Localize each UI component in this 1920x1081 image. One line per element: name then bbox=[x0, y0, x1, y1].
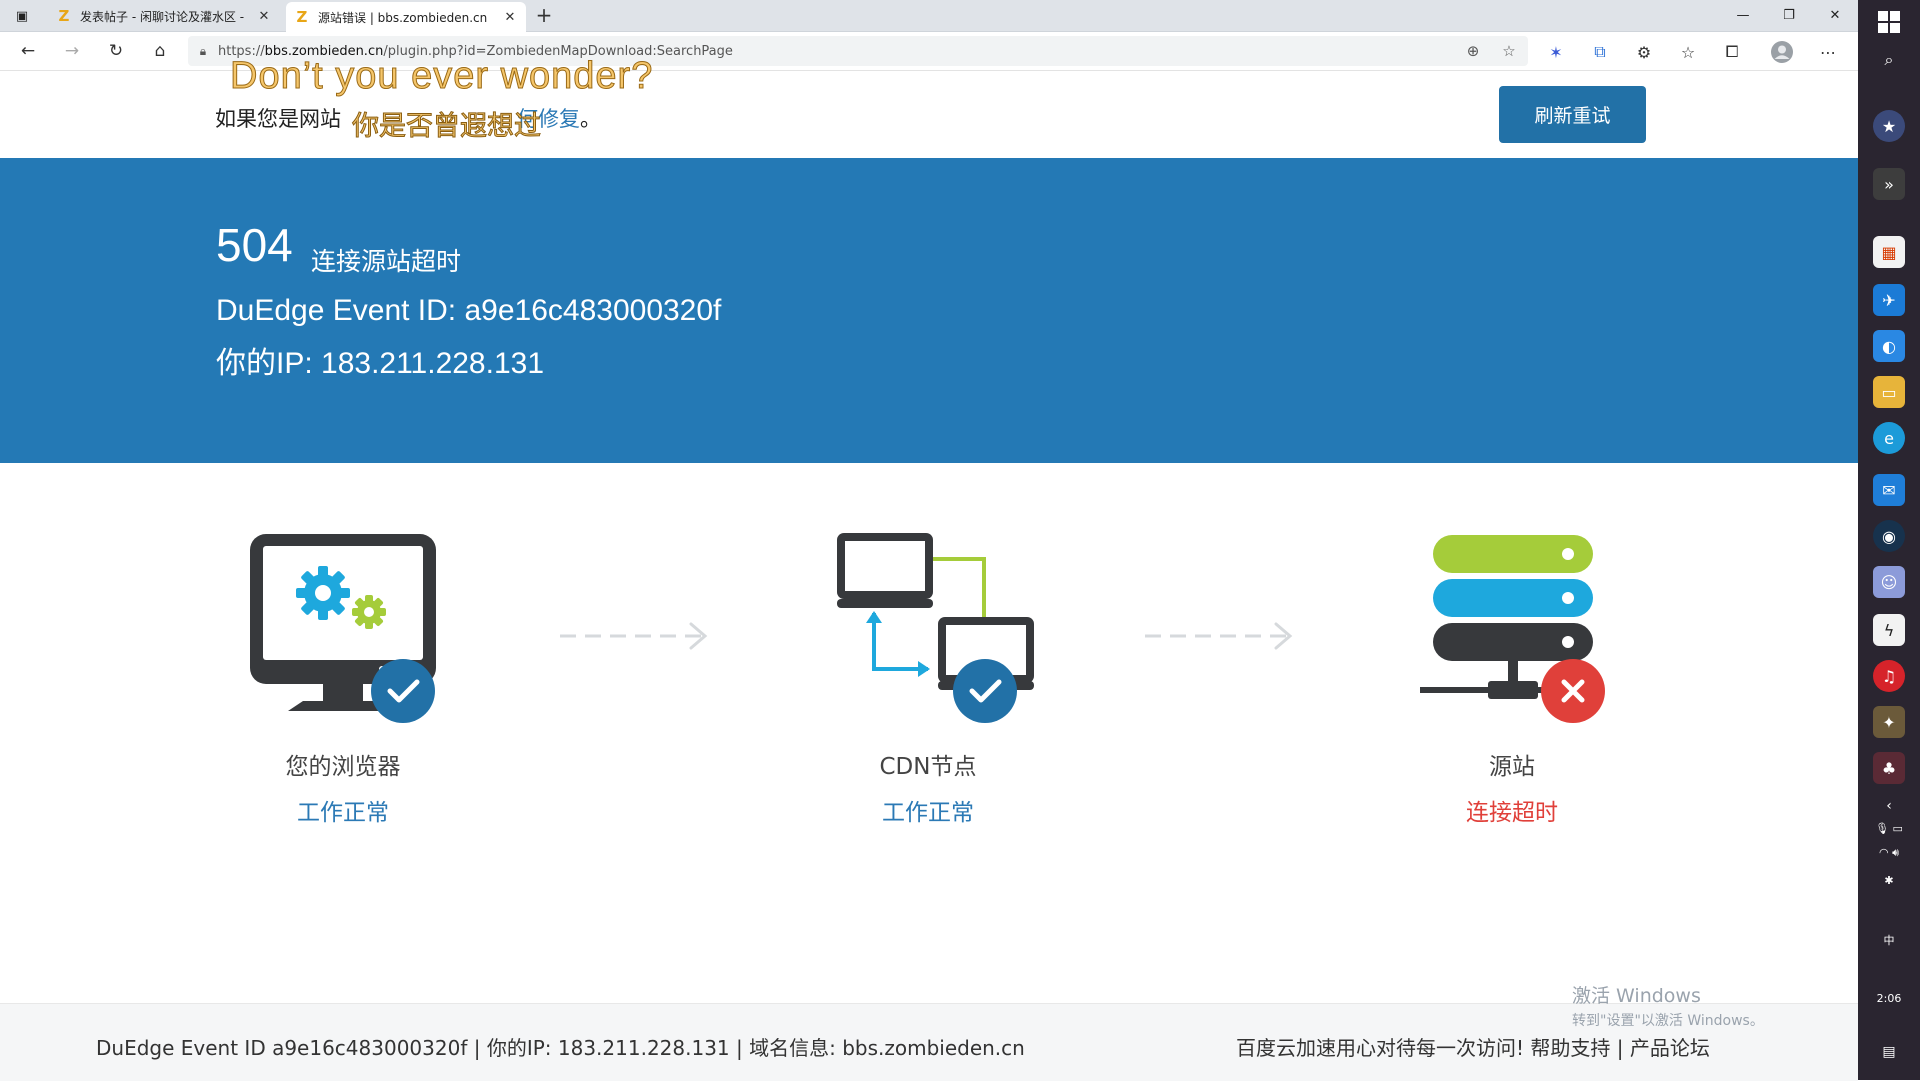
browser-computer-icon bbox=[193, 521, 493, 741]
footer-separator: | bbox=[1616, 1036, 1624, 1060]
anime-app-icon[interactable]: ☺ bbox=[1873, 566, 1905, 598]
zombieden-favicon-icon: Z bbox=[58, 7, 70, 25]
new-tab-icon[interactable]: + bbox=[532, 4, 556, 28]
restore-icon[interactable]: ❐ bbox=[1766, 0, 1812, 31]
windows-taskbar: ⌕ ★ » ▦ ✈ ◐ ▭ e ✉ ◉ ☺ ϟ ♫ ✦ ♣ ‹ 🎙︎ ▭ ◠ 🔊… bbox=[1858, 0, 1920, 1080]
task-view-icon[interactable]: » bbox=[1873, 168, 1905, 200]
mail-icon[interactable]: ✉ bbox=[1873, 474, 1905, 506]
tab-title: 发表帖子 - 闲聊讨论及灌水区 - bbox=[80, 9, 245, 24]
cdn-network-icon bbox=[778, 521, 1078, 741]
video-subtitle-zh: 你是否曾遐想过 bbox=[352, 111, 542, 143]
home-icon[interactable]: ⌂ bbox=[148, 39, 172, 63]
tab-origin-error[interactable]: Z 源站错误 | bbs.zombieden.cn ✕ bbox=[286, 2, 526, 32]
footer-links: 百度云加速用心对待每一次访问! 帮助支持 | 产品论坛 bbox=[1236, 1032, 1710, 1061]
chat-icon[interactable]: ◐ bbox=[1873, 330, 1905, 362]
game-emblem-icon[interactable]: ★ bbox=[1873, 110, 1905, 142]
origin-node: 源站 连接超时 bbox=[1362, 521, 1662, 827]
extensions-icon[interactable]: ⚙ bbox=[1632, 40, 1656, 64]
node-status: 工作正常 bbox=[297, 800, 389, 826]
notice-text: 如果您是网站 bbox=[215, 107, 341, 131]
windows-activation-watermark: 激活 Windows 转到"设置"以激活 Windows。 bbox=[1572, 981, 1764, 1030]
flow-arrow-icon bbox=[558, 616, 713, 660]
more-menu-icon[interactable]: ⋯ bbox=[1816, 40, 1840, 64]
cdn-node: CDN节点 工作正常 bbox=[778, 521, 1078, 827]
close-tab-icon[interactable]: ✕ bbox=[256, 9, 272, 24]
clock[interactable]: 2:06 bbox=[1858, 992, 1920, 1005]
notice-punct: 。 bbox=[580, 107, 601, 131]
profile-avatar-icon[interactable] bbox=[1770, 40, 1794, 64]
node-status: 连接超时 bbox=[1466, 800, 1558, 826]
node-status: 工作正常 bbox=[882, 800, 974, 826]
browser-node: 您的浏览器 工作正常 bbox=[193, 521, 493, 827]
footer-slogan: 百度云加速用心对待每一次访问! bbox=[1236, 1036, 1525, 1060]
node-label: CDN节点 bbox=[879, 754, 977, 780]
close-window-icon[interactable]: ✕ bbox=[1812, 0, 1858, 31]
minimize-icon[interactable]: — bbox=[1720, 0, 1766, 31]
tab-strip: ▣ Z 发表帖子 - 闲聊讨论及灌水区 - ✕ Z 源站错误 | bbs.zom… bbox=[0, 0, 1858, 32]
video-subtitle-en: Don’t you ever wonder? bbox=[229, 55, 654, 98]
file-explorer-icon[interactable]: ▭ bbox=[1873, 376, 1905, 408]
watermark-subtitle: 转到"设置"以激活 Windows。 bbox=[1572, 1013, 1764, 1029]
error-code: 504 bbox=[216, 219, 293, 271]
close-tab-icon[interactable]: ✕ bbox=[502, 10, 518, 25]
client-ip: 你的IP: 183.211.228.131 bbox=[216, 347, 545, 380]
window-controls: — ❐ ✕ bbox=[1720, 0, 1858, 31]
wifi-volume-icon[interactable]: ◠ 🔊︎ bbox=[1858, 846, 1920, 860]
store-icon[interactable]: ▦ bbox=[1873, 236, 1905, 268]
tab-post-thread[interactable]: Z 发表帖子 - 闲聊讨论及灌水区 - ✕ bbox=[48, 2, 280, 30]
error-title: 连接源站超时 bbox=[311, 247, 462, 276]
thunder-icon[interactable]: ϟ bbox=[1873, 614, 1905, 646]
event-id: DuEdge Event ID: a9e16c483000320f bbox=[216, 294, 722, 327]
search-icon[interactable]: ⌕ bbox=[1873, 44, 1905, 76]
steam-icon[interactable]: ◉ bbox=[1873, 520, 1905, 552]
favorites-icon[interactable]: ☆ bbox=[1676, 40, 1700, 64]
csgo-icon[interactable]: ✦ bbox=[1873, 706, 1905, 738]
tab-title: 源站错误 | bbs.zombieden.cn bbox=[318, 10, 488, 25]
feishu-icon[interactable]: ✈ bbox=[1873, 284, 1905, 316]
reload-icon[interactable]: ↻ bbox=[104, 39, 128, 63]
error-page: 如果您是网站 何修复。 Don’t you ever wonder? 你是否曾遐想… bbox=[0, 55, 1858, 1081]
add-favorite-icon[interactable]: ☆ bbox=[1498, 40, 1520, 62]
help-support-link[interactable]: 帮助支持 bbox=[1530, 1036, 1610, 1060]
tab-actions-icon[interactable]: ▣ bbox=[12, 6, 32, 26]
start-windows-icon[interactable] bbox=[1873, 6, 1905, 38]
netease-music-icon[interactable]: ♫ bbox=[1873, 660, 1905, 692]
back-icon[interactable]: ← bbox=[16, 39, 40, 63]
input-language[interactable]: 中 bbox=[1858, 932, 1920, 948]
retry-button[interactable]: 刷新重试 bbox=[1499, 86, 1646, 143]
node-label: 源站 bbox=[1489, 754, 1535, 780]
flow-arrow-icon bbox=[1143, 616, 1298, 660]
error-banner: 504 连接源站超时 DuEdge Event ID: a9e16c483000… bbox=[0, 158, 1858, 463]
zombieden-favicon-icon: Z bbox=[296, 8, 308, 26]
footer-info: DuEdge Event ID a9e16c483000320f | 你的IP:… bbox=[96, 1036, 1025, 1060]
edge-icon[interactable]: e bbox=[1873, 422, 1905, 454]
node-label: 您的浏览器 bbox=[285, 754, 401, 780]
zoom-icon[interactable]: ⊕ bbox=[1462, 40, 1484, 62]
server-rack-icon bbox=[1362, 521, 1662, 741]
collections-icon[interactable]: ⧠ bbox=[1720, 40, 1744, 64]
mic-battery-icon[interactable]: 🎙︎ ▭ bbox=[1858, 822, 1920, 835]
game-app-icon[interactable]: ♣ bbox=[1873, 752, 1905, 784]
notification-icon[interactable]: ▤ bbox=[1858, 1044, 1920, 1060]
extension-icon[interactable]: ✶ bbox=[1544, 40, 1568, 64]
product-forum-link[interactable]: 产品论坛 bbox=[1630, 1036, 1710, 1060]
screenshot-extension-icon[interactable]: ⧉ bbox=[1588, 40, 1612, 64]
lock-icon[interactable]: 🔒︎ bbox=[188, 44, 218, 59]
bluetooth-tray-icon[interactable]: ✱ bbox=[1858, 874, 1920, 887]
watermark-title: 激活 Windows bbox=[1572, 985, 1701, 1007]
tray-expand-icon[interactable]: ‹ bbox=[1858, 798, 1920, 814]
forward-icon[interactable]: → bbox=[60, 39, 84, 63]
